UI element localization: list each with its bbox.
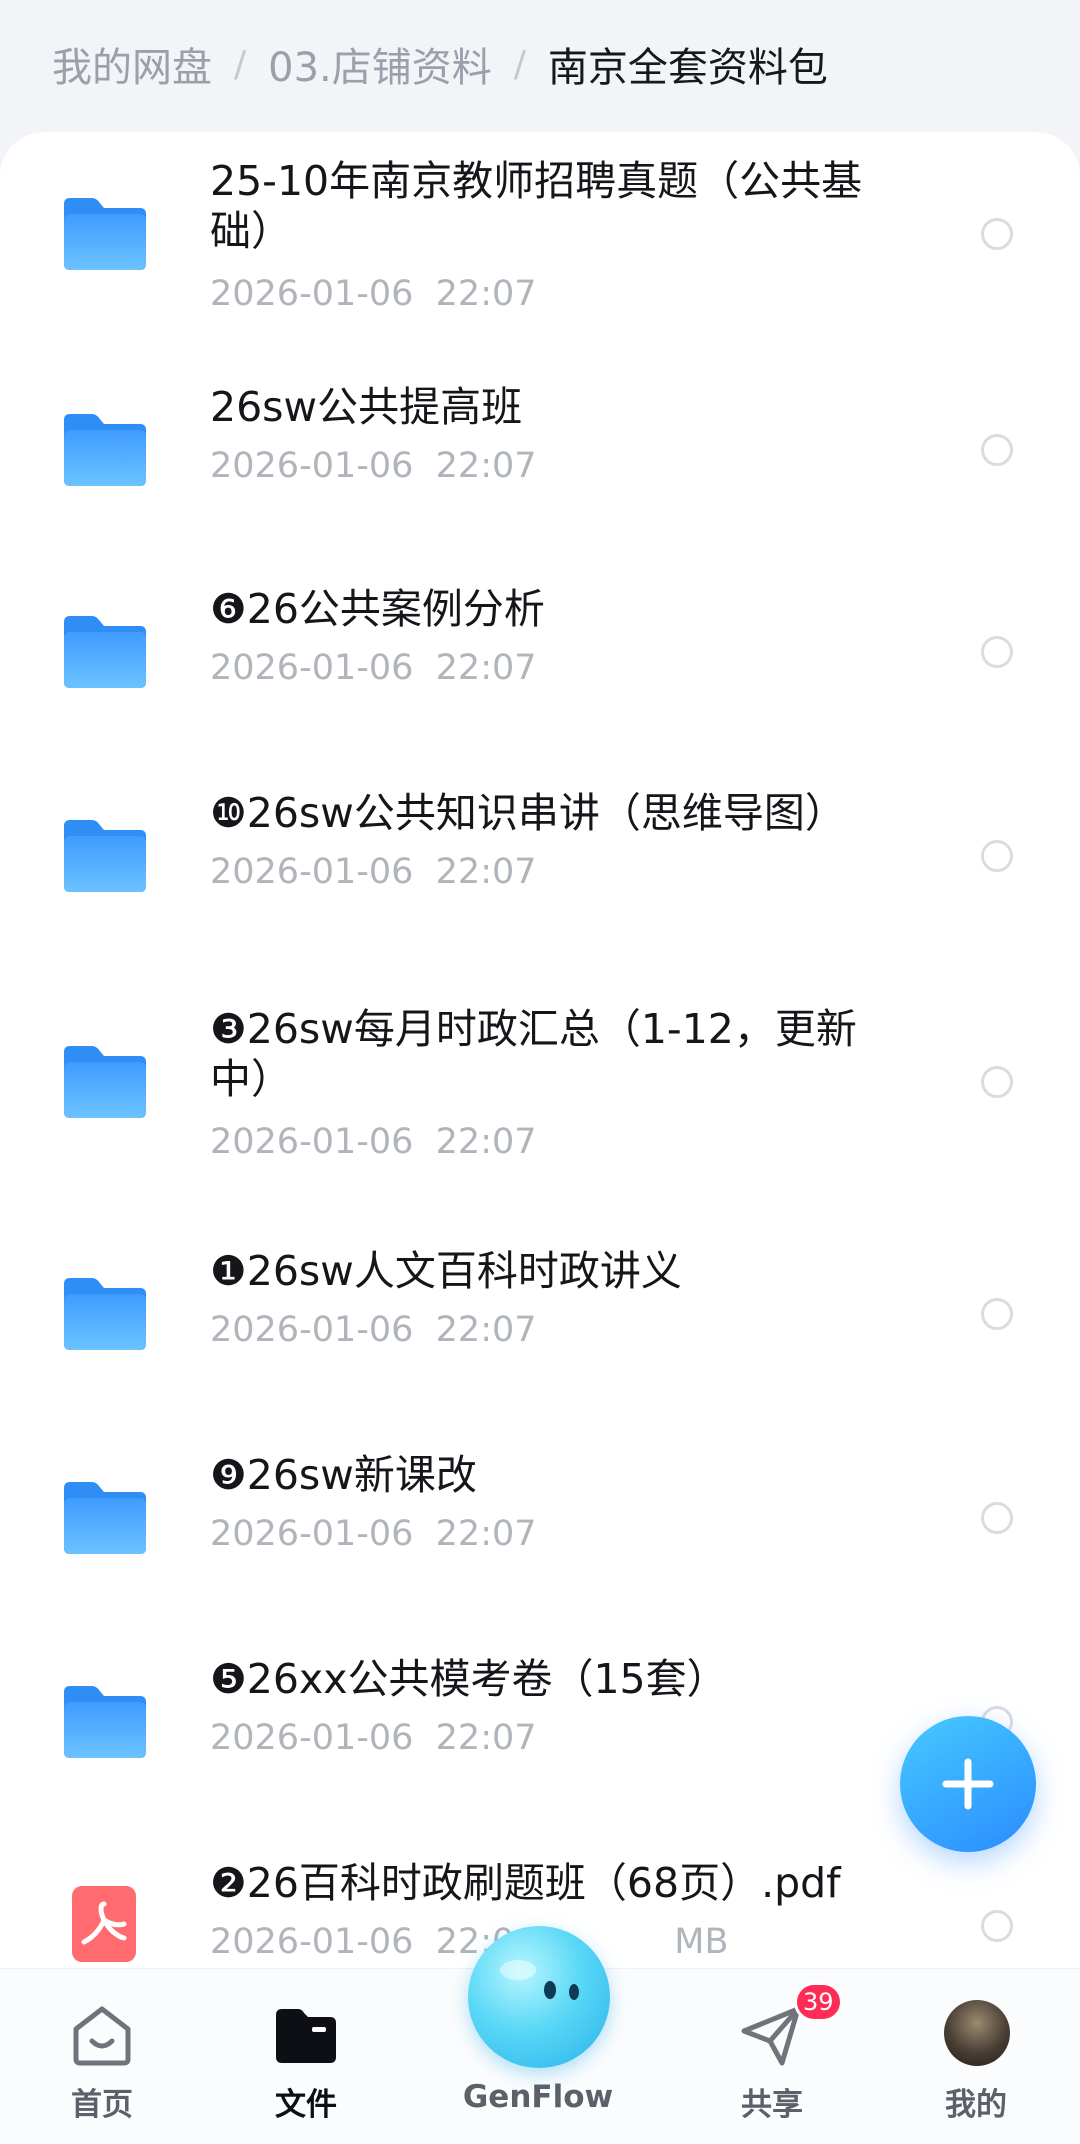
file-meta: 2026-01-06 22:07 (210, 446, 537, 486)
list-item[interactable]: ❿26sw公共知识串讲（思维导图） 2026-01-06 22:07 (0, 756, 1080, 960)
select-radio[interactable] (981, 434, 1013, 466)
file-name: ❻26公共案例分析 (210, 585, 545, 633)
tab-files[interactable]: 文件 (226, 1969, 386, 2144)
tab-label: 首页 (71, 2087, 133, 2123)
file-meta: 2026-01-06 22:07 (210, 1122, 537, 1162)
select-radio[interactable] (981, 1066, 1013, 1098)
pdf-icon (70, 1884, 138, 1964)
file-name: ❿26sw公共知识串讲（思维导图） (210, 789, 846, 837)
folder-icon (276, 2009, 336, 2063)
file-name: ❾26sw新课改 (210, 1451, 477, 1499)
select-radio[interactable] (981, 1502, 1013, 1534)
select-radio[interactable] (981, 218, 1013, 250)
folder-icon (60, 1682, 148, 1760)
file-meta: 2026-01-06 22:07 (210, 852, 537, 892)
tab-home[interactable]: 首页 (22, 1969, 182, 2144)
folder-icon (60, 816, 148, 894)
file-name: ❺26xx公共模考卷（15套） (210, 1655, 728, 1703)
select-radio[interactable] (981, 1910, 1013, 1942)
genflow-face-icon (500, 1960, 579, 2000)
file-list-card: 25-10年南京教师招聘真题（公共基础） 2026-01-06 22:07 26… (0, 132, 1080, 2144)
folder-icon (60, 1042, 148, 1120)
tab-label: 文件 (275, 2087, 337, 2123)
breadcrumb-item-root[interactable]: 我的网盘 (52, 35, 212, 93)
file-meta: 2026-01-06 22:07 (210, 1310, 537, 1350)
folder-icon (60, 612, 148, 690)
plus-icon (942, 1758, 994, 1810)
select-radio[interactable] (981, 636, 1013, 668)
file-meta: 2026-01-06 22:07 (210, 1514, 537, 1554)
avatar[interactable] (944, 2000, 1010, 2066)
list-item[interactable]: 26sw公共提高班 2026-01-06 22:07 (0, 352, 1080, 552)
folder-icon (60, 1274, 148, 1352)
folder-icon (60, 410, 148, 488)
select-radio[interactable] (981, 1298, 1013, 1330)
tab-label: 我的 (945, 2087, 1007, 2123)
folder-icon (60, 1478, 148, 1556)
breadcrumb-separator: / (234, 43, 247, 85)
file-meta: 2026-01-06 22:07 (210, 1718, 537, 1758)
file-name: ❸26sw每月时政汇总（1-12，更新中） (210, 1005, 857, 1103)
file-name: 26sw公共提高班 (210, 383, 523, 431)
list-item[interactable]: ❶26sw人文百科时政讲义 2026-01-06 22:07 (0, 1214, 1080, 1418)
add-button[interactable] (900, 1716, 1036, 1852)
select-radio[interactable] (981, 840, 1013, 872)
breadcrumb: 我的网盘 / 03.店铺资料 / 南京全套资料包 (52, 34, 828, 94)
file-meta: 2026-01-06 22:07 (210, 274, 537, 314)
file-name: 25-10年南京教师招聘真题（公共基础） (210, 157, 863, 255)
file-name: ❷26百科时政刷题班（68页）.pdf (210, 1859, 841, 1907)
file-meta-size: MB (674, 1922, 729, 1962)
file-name: ❶26sw人文百科时政讲义 (210, 1247, 682, 1295)
genflow-orb-icon[interactable] (468, 1926, 610, 2068)
tab-label: GenFlow (462, 2079, 614, 2115)
breadcrumb-item-current: 南京全套资料包 (547, 45, 828, 91)
list-item[interactable]: 25-10年南京教师招聘真题（公共基础） 2026-01-06 22:07 (0, 132, 1080, 352)
tab-label: 共享 (741, 2087, 803, 2123)
breadcrumb-item-parent[interactable]: 03.店铺资料 (268, 35, 492, 93)
list-item[interactable]: ❻26公共案例分析 2026-01-06 22:07 (0, 552, 1080, 756)
list-item[interactable]: ❸26sw每月时政汇总（1-12，更新中） 2026-01-06 22:07 (0, 960, 1080, 1214)
folder-icon (60, 194, 148, 272)
notification-badge: 39 (794, 1982, 843, 2022)
breadcrumb-separator: / (513, 43, 526, 85)
file-meta: 2026-01-06 22:07 (210, 648, 537, 688)
home-icon (73, 2006, 131, 2066)
list-item[interactable]: ❾26sw新课改 2026-01-06 22:07 (0, 1418, 1080, 1622)
